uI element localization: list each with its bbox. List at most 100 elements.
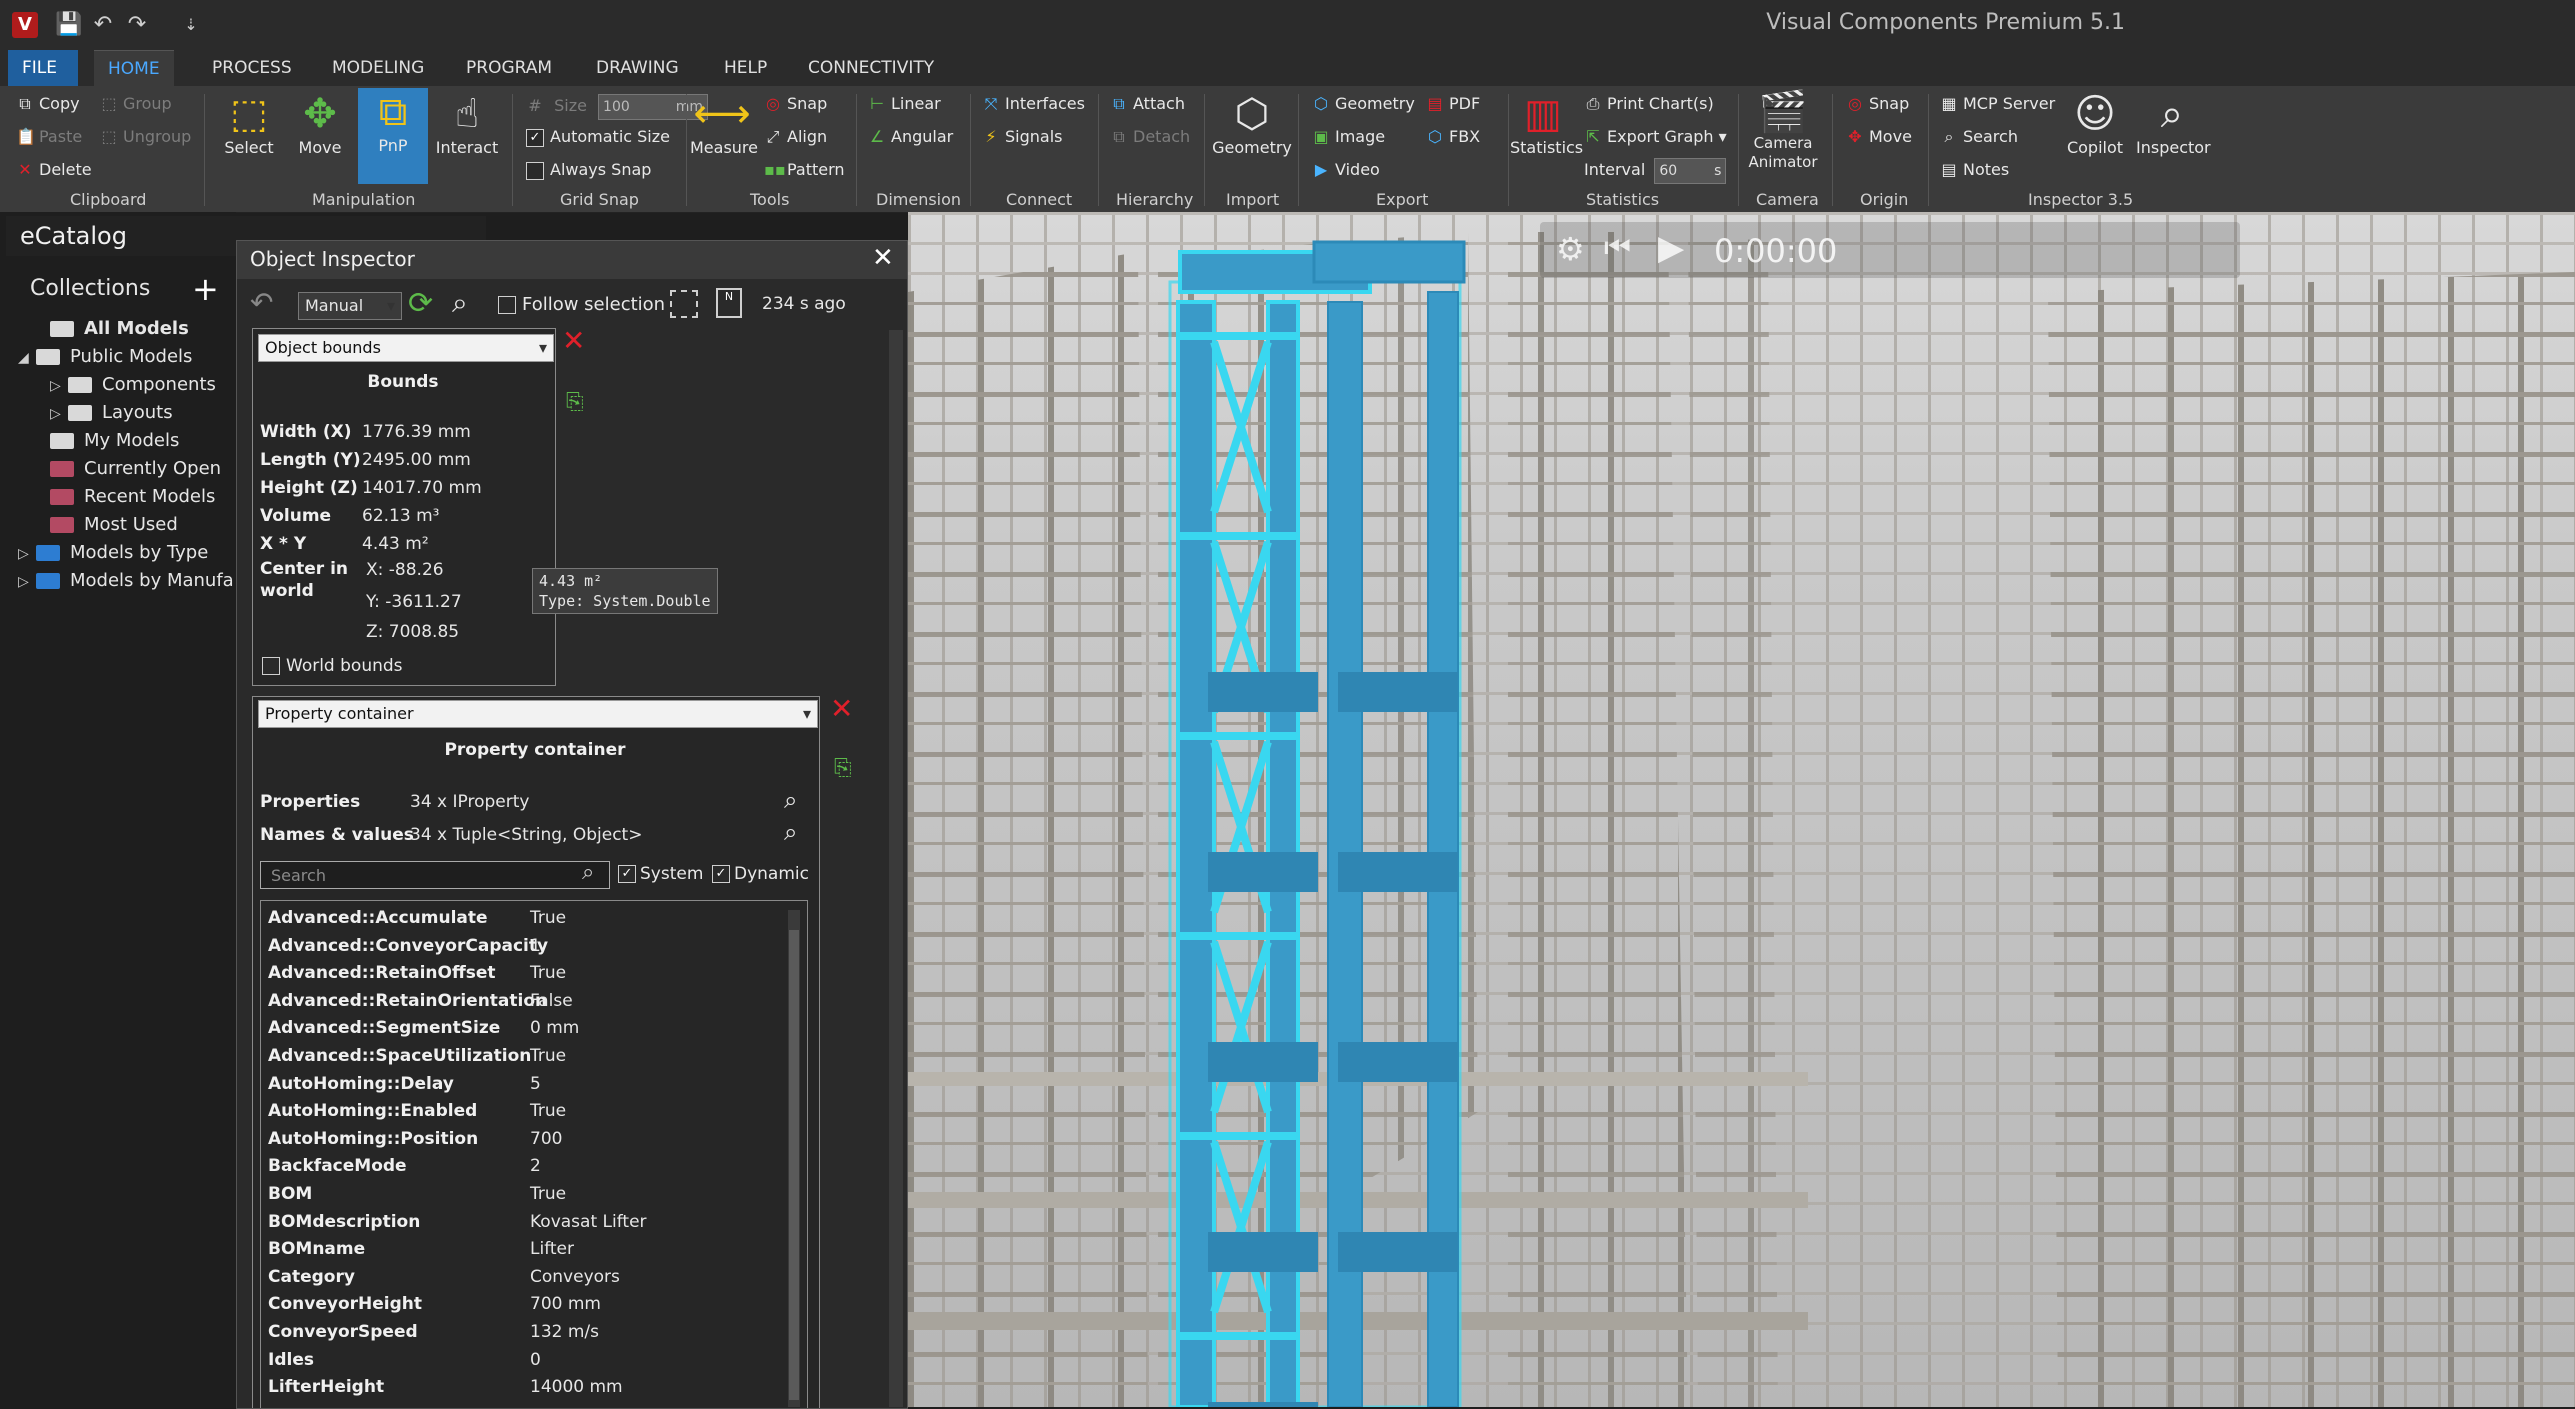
export-image-button[interactable]: ▣ Image [1312,127,1385,146]
redo-icon[interactable]: ↷ [122,10,152,40]
export-video-button[interactable]: ▶ Video [1312,160,1380,179]
tab-connectivity[interactable]: CONNECTIVITY [794,50,948,86]
table-row[interactable]: AutoHoming::Enabled True [268,1101,788,1129]
remove-property-panel-icon[interactable]: ✕ [830,692,853,725]
origin-snap-button[interactable]: ◎ Snap [1846,94,1909,113]
linear-button[interactable]: ⊢ Linear [868,94,941,113]
tab-drawing[interactable]: DRAWING [582,50,693,86]
interact-button[interactable]: ☝ Interact [432,90,502,157]
always-snap-checkbox[interactable]: Always Snap [526,160,651,180]
attach-button[interactable]: ⧉ Attach [1110,94,1185,114]
tab-modeling[interactable]: MODELING [318,50,438,86]
mcp-server-button[interactable]: ▦ MCP Server [1940,94,2055,113]
table-row[interactable]: BackfaceMode 2 [268,1156,788,1184]
table-row[interactable]: BOMdescription Kovasat Lifter [268,1212,788,1240]
select-button[interactable]: ⬚ Select [214,90,284,157]
pnp-button[interactable]: ⧉ PnP [358,88,428,184]
region-select-icon[interactable] [670,290,698,318]
property-search-input[interactable]: Search [260,861,610,889]
table-row[interactable]: Advanced::RetainOrientation False [268,991,788,1019]
export-graph-button[interactable]: ⇱ Export Graph ▾ [1584,127,1726,146]
undo-icon[interactable]: ↶ [250,286,273,319]
search-icon[interactable]: ⌕ [784,786,797,814]
property-selector-dropdown[interactable]: Property container [258,700,818,728]
reset-simulation-icon[interactable]: ⏮ [1604,230,1631,265]
app-logo[interactable]: V [12,12,38,38]
export-fbx-button[interactable]: ⬡ FBX [1426,127,1480,146]
close-icon[interactable]: ✕ [872,243,894,273]
table-row[interactable]: Advanced::Accumulate True [268,908,788,936]
tree-item-public-models[interactable]: ◢ Public Models [18,346,192,367]
mode-dropdown[interactable]: Manual [298,292,402,320]
statistics-button[interactable]: ▥ Statistics [1510,90,1583,157]
table-row[interactable]: Advanced::ConveyorCapacity 1 [268,936,788,964]
3d-viewport[interactable] [908,212,2575,1407]
dynamic-checkbox[interactable]: ✓ Dynamic [712,864,809,884]
refresh-icon[interactable]: ⟳ [408,286,433,321]
table-row[interactable]: AutoHoming::Delay 5 [268,1074,788,1102]
angular-button[interactable]: ∠ Angular [868,127,953,146]
system-checkbox[interactable]: ✓ System [618,864,703,884]
automatic-size-checkbox[interactable]: ✓ Automatic Size [526,127,670,147]
tree-item-models-by-type[interactable]: ▷ Models by Type [18,542,208,563]
copilot-button[interactable]: ☺ Copilot [2060,90,2130,157]
table-row[interactable]: Advanced::SpaceUtilization True [268,1046,788,1074]
export-pdf-button[interactable]: ▤ PDF [1426,94,1480,113]
ungroup-button[interactable]: ⬚ Ungroup [100,127,191,146]
inspector-scrollbar[interactable] [889,330,903,1407]
align-button[interactable]: ⤢ Align [764,127,828,147]
collapsed-arrow-icon[interactable]: ▷ [18,574,36,590]
detach-button[interactable]: ⧉ Detach [1110,127,1190,147]
table-row[interactable]: Advanced::RetainOffset True [268,963,788,991]
property-table-scroll-thumb[interactable] [789,930,799,1400]
table-row[interactable]: Idles 0 [268,1350,788,1378]
print-charts-button[interactable]: ⎙ Print Chart(s) [1584,94,1714,114]
table-row[interactable]: ConveyorSpeed 132 m/s [268,1322,788,1350]
world-bounds-checkbox[interactable]: World bounds [262,656,403,676]
move-button[interactable]: ✥ Move [288,90,352,157]
customize-qat-icon[interactable]: ⇣ [176,10,206,40]
tree-item-my-models[interactable]: My Models [50,430,179,451]
collapsed-arrow-icon[interactable]: ▷ [18,546,36,562]
tab-process[interactable]: PROCESS [198,50,306,86]
camera-animator-button[interactable]: 🎬 Camera Animator [1744,90,1822,172]
undo-icon[interactable]: ↶ [88,10,118,40]
group-button[interactable]: ⬚ Group [100,94,171,113]
export-geometry-button[interactable]: ⬡ Geometry [1312,94,1415,113]
collapsed-arrow-icon[interactable]: ▷ [50,378,68,394]
tree-item-currently-open[interactable]: Currently Open [50,458,221,479]
snap-tool-button[interactable]: ◎ Snap [764,94,827,113]
copy-button[interactable]: ⧉ Copy [16,94,79,114]
add-collection-icon[interactable]: + [192,270,219,308]
origin-move-button[interactable]: ✥ Move [1846,127,1912,146]
table-row[interactable]: BOM True [268,1184,788,1212]
export-properties-icon[interactable]: ⎘ [834,756,852,781]
search-icon[interactable]: ⌕ [452,286,468,320]
table-row[interactable]: LifterHeight 14000 mm [268,1377,788,1405]
table-row[interactable]: ConveyorHeight 700 mm [268,1294,788,1322]
collapsed-arrow-icon[interactable]: ▷ [50,406,68,422]
table-row[interactable]: AutoHoming::Position 700 [268,1129,788,1157]
tab-file[interactable]: FILE [8,50,78,86]
tab-program[interactable]: PROGRAM [452,50,566,86]
bounds-selector-dropdown[interactable]: Object bounds [258,334,554,362]
tree-item-layouts[interactable]: ▷ Layouts [50,402,173,423]
tree-item-most-used[interactable]: Most Used [50,514,178,535]
table-row[interactable]: BOMname Lifter [268,1239,788,1267]
tab-home[interactable]: HOME [94,50,174,87]
remove-bounds-panel-icon[interactable]: ✕ [562,324,585,357]
measure-button[interactable]: ⟷ Measure [690,90,758,157]
notes-button[interactable]: ▤ Notes [1940,160,2009,179]
tree-item-all-models[interactable]: All Models [50,318,189,339]
tab-help[interactable]: HELP [710,50,781,86]
save-icon[interactable]: 💾 [54,10,84,40]
pattern-button[interactable]: ▪▪Pattern [764,160,845,179]
notes-doc-icon[interactable]: N [716,288,742,318]
inspector-search-button[interactable]: ⌕ Search [1940,127,2018,147]
export-bounds-icon[interactable]: ⎘ [566,390,584,415]
follow-selection-checkbox[interactable]: Follow selection [498,294,665,315]
paste-button[interactable]: 📋 Paste [16,127,82,146]
tree-item-recent-models[interactable]: Recent Models [50,486,215,507]
table-row[interactable]: Category Conveyors [268,1267,788,1295]
tree-item-models-by-manufacturer[interactable]: ▷ Models by Manufa [18,570,236,591]
